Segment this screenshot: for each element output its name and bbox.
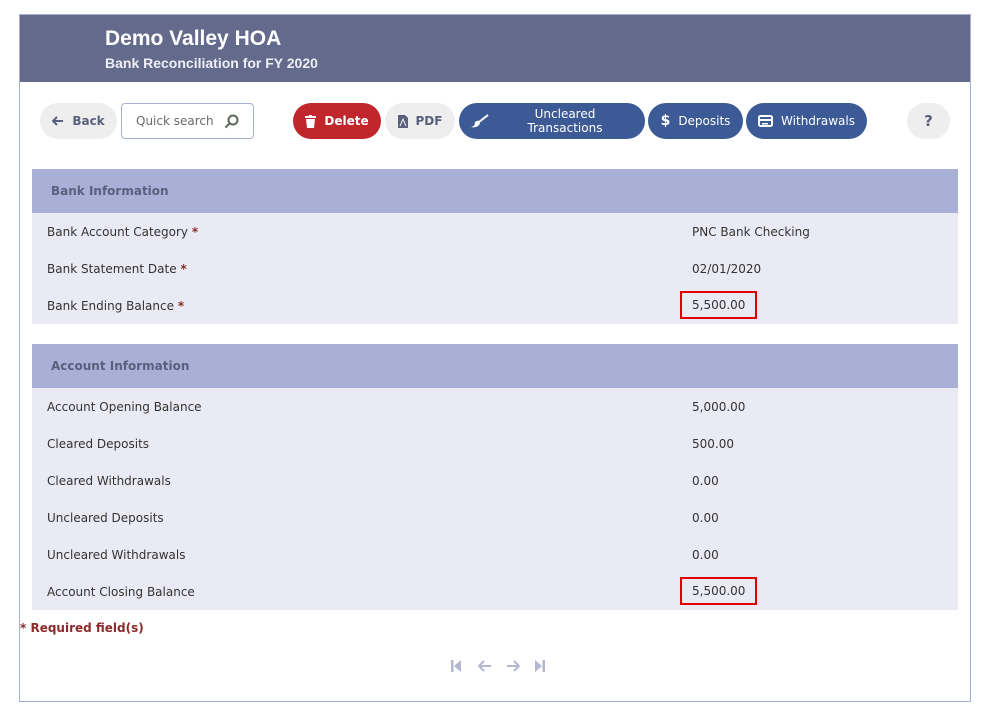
dollar-icon: $ <box>660 113 671 129</box>
previous-page-icon[interactable] <box>478 659 494 673</box>
page-header: Demo Valley HOA Bank Reconciliation for … <box>20 15 970 82</box>
bank-statement-date-row: Bank Statement Date * 02/01/2020 <box>32 250 958 287</box>
uncleared-deposits-value: 0.00 <box>692 511 719 525</box>
field-label: Account Opening Balance <box>47 400 202 414</box>
brush-icon <box>471 114 489 128</box>
account-opening-balance-row: Account Opening Balance 5,000.00 <box>32 388 958 425</box>
field-label: Bank Account Category <box>47 225 189 239</box>
back-button[interactable]: Back <box>40 103 117 139</box>
required-marker: * <box>177 299 185 313</box>
pdf-label: PDF <box>415 114 443 128</box>
deposits-label: Deposits <box>678 114 731 128</box>
account-opening-balance-value: 5,000.00 <box>692 400 746 414</box>
pager <box>450 659 550 673</box>
pdf-file-icon <box>397 114 408 128</box>
account-information-header: Account Information <box>32 344 958 388</box>
help-icon: ? <box>924 112 933 130</box>
search-input[interactable] <box>134 113 224 129</box>
uncleared-transactions-button[interactable]: Uncleared Transactions <box>459 103 645 139</box>
account-closing-balance-row: Account Closing Balance 5,500.00 <box>32 573 958 610</box>
field-label: Uncleared Withdrawals <box>47 548 186 562</box>
bank-statement-date-value: 02/01/2020 <box>692 262 762 276</box>
next-page-icon[interactable] <box>506 659 522 673</box>
required-marker: * <box>191 225 199 239</box>
field-label: Cleared Deposits <box>47 437 150 451</box>
cleared-deposits-row: Cleared Deposits 500.00 <box>32 425 958 462</box>
withdrawals-button[interactable]: Withdrawals <box>746 103 867 139</box>
uncleared-transactions-label: Uncleared Transactions <box>527 107 603 135</box>
field-label: Bank Ending Balance <box>47 299 174 313</box>
bank-ending-balance-row: Bank Ending Balance * 5,500.00 <box>32 287 958 324</box>
credit-card-icon <box>758 115 774 127</box>
arrow-left-icon <box>52 116 64 126</box>
pdf-button[interactable]: PDF <box>385 103 455 139</box>
bank-information-section: Bank Account Category * PNC Bank Checkin… <box>32 213 958 324</box>
trash-icon <box>305 114 317 128</box>
quick-search[interactable] <box>121 103 254 139</box>
delete-label: Delete <box>324 114 369 128</box>
field-label: Uncleared Deposits <box>47 511 164 525</box>
withdrawals-label: Withdrawals <box>781 114 855 128</box>
bank-account-category-value: PNC Bank Checking <box>692 225 810 239</box>
help-button[interactable]: ? <box>907 103 950 139</box>
uncleared-withdrawals-value: 0.00 <box>692 548 719 562</box>
field-label: Cleared Withdrawals <box>47 474 171 488</box>
uncleared-withdrawals-row: Uncleared Withdrawals 0.00 <box>32 536 958 573</box>
search-icon[interactable] <box>224 114 239 129</box>
bank-ending-balance-value: 5,500.00 <box>679 291 758 319</box>
cleared-withdrawals-value: 0.00 <box>692 474 719 488</box>
required-fields-note: * Required field(s) <box>20 621 144 635</box>
cleared-withdrawals-row: Cleared Withdrawals 0.00 <box>32 462 958 499</box>
toolbar: Back Delete PDF Uncleared Transactions <box>20 103 970 140</box>
back-label: Back <box>72 114 105 128</box>
account-information-section: Account Opening Balance 5,000.00 Cleared… <box>32 388 958 610</box>
delete-button[interactable]: Delete <box>293 103 381 139</box>
field-label: Bank Statement Date <box>47 262 177 276</box>
bank-account-category-row: Bank Account Category * PNC Bank Checkin… <box>32 213 958 250</box>
last-page-icon[interactable] <box>534 659 550 673</box>
cleared-deposits-value: 500.00 <box>692 437 734 451</box>
required-marker: * <box>180 262 187 276</box>
deposits-button[interactable]: $ Deposits <box>648 103 743 139</box>
bank-information-header: Bank Information <box>32 169 958 213</box>
field-label: Account Closing Balance <box>47 585 195 599</box>
uncleared-deposits-row: Uncleared Deposits 0.00 <box>32 499 958 536</box>
page-title: Demo Valley HOA <box>105 27 282 50</box>
account-closing-balance-value: 5,500.00 <box>679 577 758 605</box>
first-page-icon[interactable] <box>450 659 466 673</box>
page-subtitle: Bank Reconciliation for FY 2020 <box>105 55 318 71</box>
page-frame: Demo Valley HOA Bank Reconciliation for … <box>19 14 971 702</box>
